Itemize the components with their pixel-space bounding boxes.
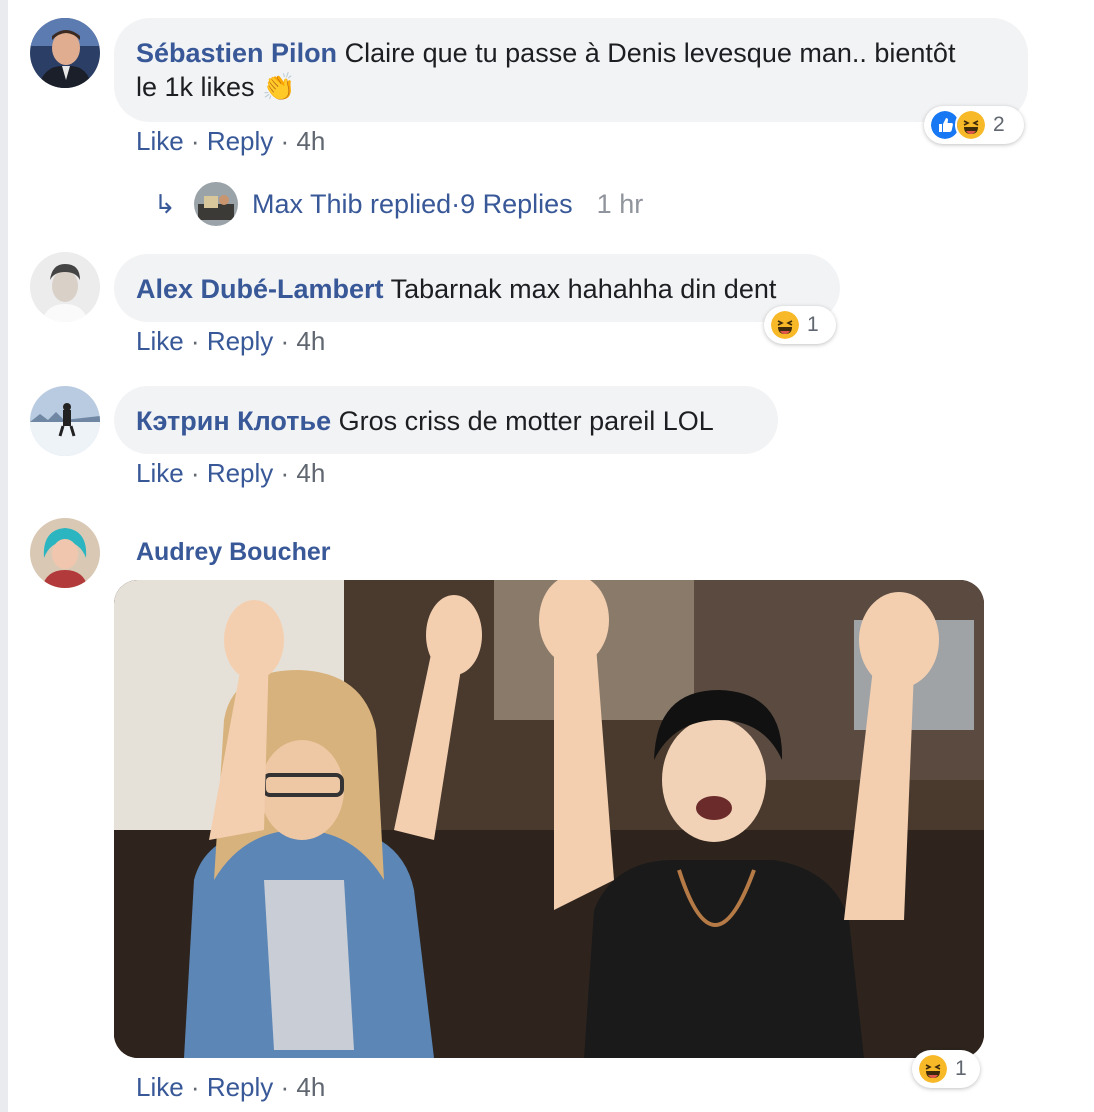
reaction-count: 1: [807, 313, 819, 336]
comment-actions: Like · Reply · 4h: [136, 458, 326, 488]
comment-bubble: Кэтрин Клотье Gros criss de motter parei…: [114, 386, 778, 454]
reply-link[interactable]: Reply: [207, 126, 273, 156]
like-link[interactable]: Like: [136, 458, 184, 488]
avatar[interactable]: [30, 386, 100, 456]
comment-actions: Like · Reply · 4h: [136, 1072, 326, 1102]
comment-author[interactable]: Sébastien Pilon: [136, 38, 337, 68]
timestamp[interactable]: 4h: [296, 326, 325, 356]
reaction-count: 1: [955, 1057, 967, 1080]
comment-text: Tabarnak max hahahha din dent: [390, 274, 777, 304]
comment-bubble: Alex Dubé-Lambert Tabarnak max hahahha d…: [114, 254, 840, 322]
reply-link[interactable]: Reply: [207, 1072, 273, 1102]
view-replies-row[interactable]: ↳ Max Thib replied · 9 Replies 1 hr: [154, 182, 643, 226]
clapping-hands-icon: 👏: [262, 72, 296, 102]
timestamp[interactable]: 4h: [296, 458, 325, 488]
reply-count[interactable]: 9 Replies: [460, 189, 573, 220]
comment-actions: Like · Reply · 4h: [136, 326, 326, 356]
haha-icon: [917, 1053, 949, 1085]
reply-link[interactable]: Reply: [207, 326, 273, 356]
comment-author[interactable]: Кэтрин Клотье: [136, 406, 331, 436]
comment-text-cont: le 1k likes: [136, 72, 255, 102]
comment-author[interactable]: Alex Dubé-Lambert: [136, 274, 384, 304]
reaction-count: 2: [993, 113, 1005, 136]
reply-arrow-icon: ↳: [154, 188, 176, 219]
like-link[interactable]: Like: [136, 1072, 184, 1102]
reply-time: 1 hr: [596, 188, 644, 219]
like-link[interactable]: Like: [136, 126, 184, 156]
page-edge: [0, 0, 8, 1112]
comment-text: Claire que tu passe à Denis levesque man…: [344, 38, 956, 68]
comment-actions: Like · Reply · 4h: [136, 126, 326, 156]
replier-name[interactable]: Max Thib replied: [252, 189, 451, 220]
comment-text: Gros criss de motter pareil LOL: [338, 406, 714, 436]
avatar[interactable]: [30, 518, 100, 588]
haha-icon: [955, 109, 987, 141]
haha-icon: [769, 309, 801, 341]
timestamp[interactable]: 4h: [296, 126, 325, 156]
gif-attachment[interactable]: [114, 580, 984, 1058]
comment-bubble: Sébastien Pilon Claire que tu passe à De…: [114, 18, 1028, 122]
reactions-summary[interactable]: 1: [912, 1050, 980, 1088]
reactions-summary[interactable]: 2: [924, 106, 1024, 144]
comment-author[interactable]: Audrey Boucher: [136, 538, 330, 567]
avatar: [194, 182, 238, 226]
avatar[interactable]: [30, 18, 100, 88]
reply-link[interactable]: Reply: [207, 458, 273, 488]
avatar[interactable]: [30, 252, 100, 322]
reactions-summary[interactable]: 1: [764, 306, 836, 344]
timestamp[interactable]: 4h: [296, 1072, 325, 1102]
like-link[interactable]: Like: [136, 326, 184, 356]
